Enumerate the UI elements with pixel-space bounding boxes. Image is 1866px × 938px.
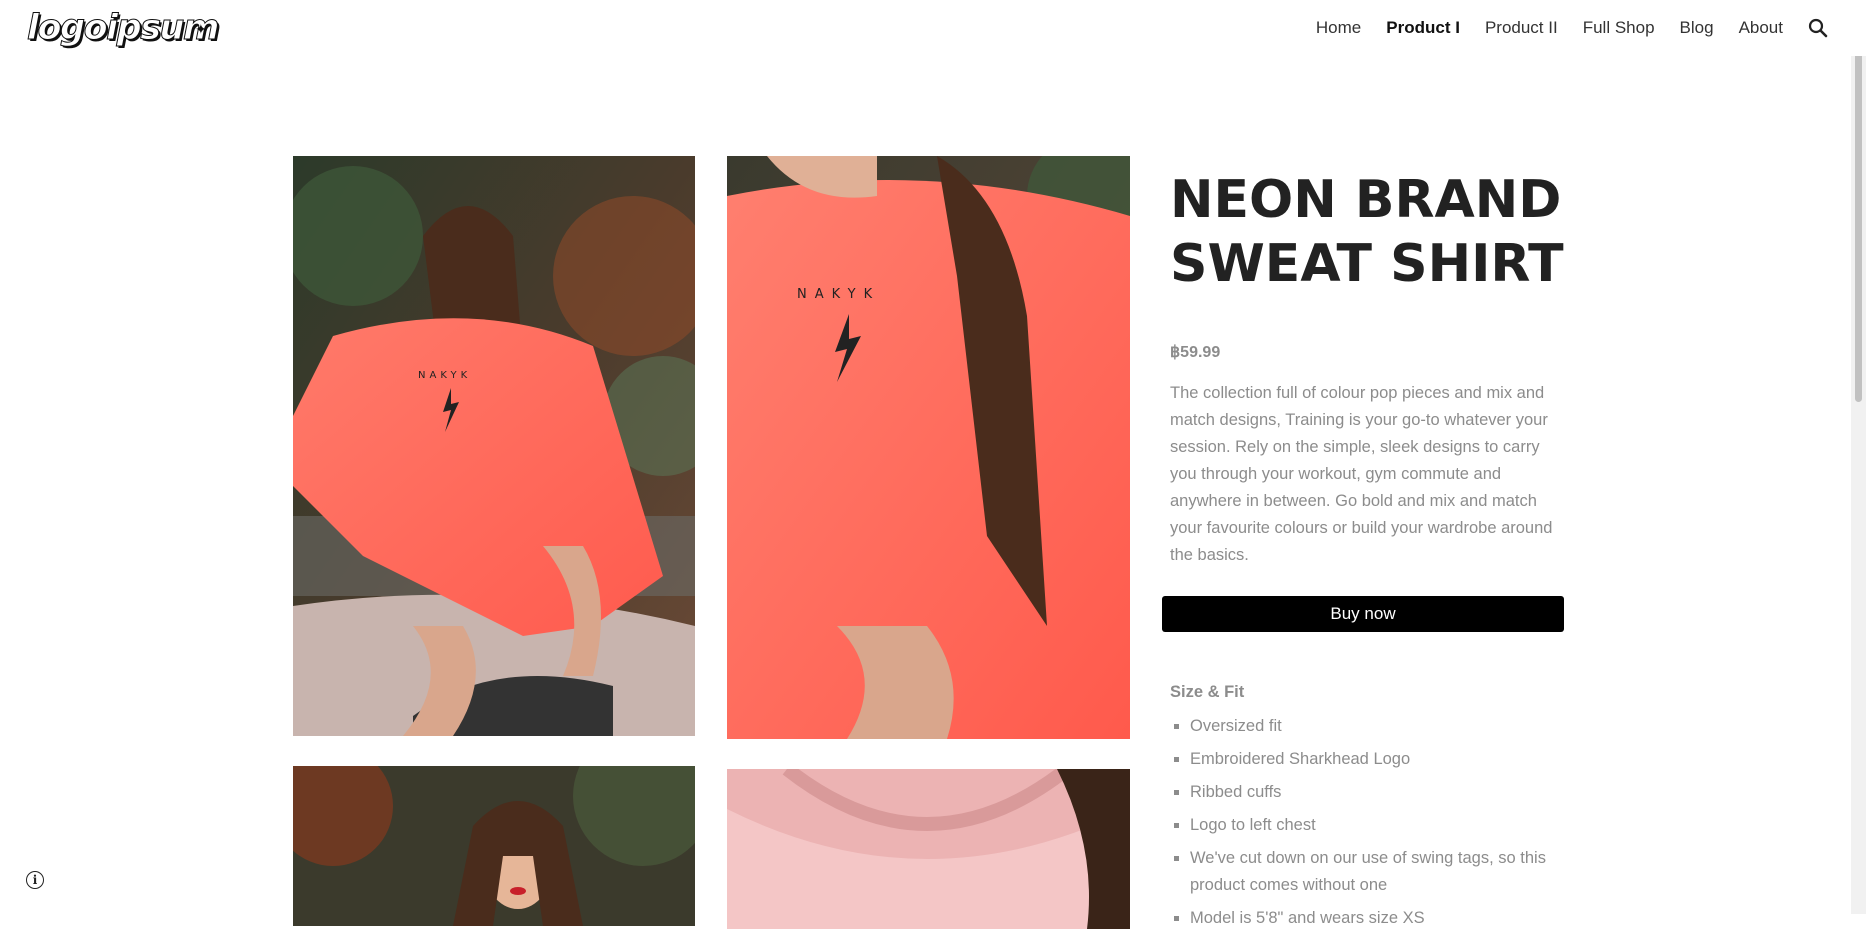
list-item: Embroidered Sharkhead Logo xyxy=(1170,746,1550,773)
bullet xyxy=(1174,790,1179,795)
features-list: Oversized fit Embroidered Sharkhead Logo… xyxy=(1170,713,1570,938)
bullet xyxy=(1174,856,1179,861)
svg-text:NAKYK: NAKYK xyxy=(797,287,880,302)
info-icon[interactable]: i xyxy=(26,871,44,889)
bullet xyxy=(1174,823,1179,828)
list-item: Oversized fit xyxy=(1170,713,1550,740)
buy-now-button[interactable]: Buy now xyxy=(1162,596,1564,632)
product-title: NEON BRAND SWEAT SHIRT xyxy=(1170,170,1564,294)
product-image-3[interactable] xyxy=(293,766,695,926)
site-logo[interactable]: logoipsum ✦ xyxy=(27,7,220,49)
sparkle-icon: ✦ xyxy=(195,22,207,38)
bullet xyxy=(1174,724,1179,729)
search-icon[interactable] xyxy=(1808,18,1828,38)
list-item: Model is 5'8" and wears size XS xyxy=(1170,905,1550,932)
product-image-1[interactable]: NAKYK xyxy=(293,156,695,736)
nav-blog[interactable]: Blog xyxy=(1680,18,1714,38)
size-fit-heading: Size & Fit xyxy=(1170,683,1245,701)
product-description: The collection full of colour pop pieces… xyxy=(1170,384,1553,564)
nav-product-1[interactable]: Product I xyxy=(1386,18,1460,38)
main-nav: Home Product I Product II Full Shop Blog… xyxy=(1316,0,1866,56)
scrollbar[interactable] xyxy=(1851,0,1866,914)
list-item: Ribbed cuffs xyxy=(1170,779,1550,806)
nav-home[interactable]: Home xyxy=(1316,18,1361,38)
list-item: Logo to left chest xyxy=(1170,812,1550,839)
nav-about[interactable]: About xyxy=(1739,18,1783,38)
site-header: logoipsum ✦ Home Product I Product II Fu… xyxy=(0,0,1866,56)
bullet xyxy=(1174,757,1179,762)
product-image-2[interactable]: NAKYK xyxy=(727,156,1130,739)
product-image-4[interactable] xyxy=(727,769,1130,929)
scrollbar-thumb[interactable] xyxy=(1855,2,1862,402)
product-price: ฿59.99 xyxy=(1170,344,1221,361)
nav-product-2[interactable]: Product II xyxy=(1485,18,1558,38)
nav-full-shop[interactable]: Full Shop xyxy=(1583,18,1655,38)
shirt-print-text: NAKYK xyxy=(418,370,471,381)
list-item: We've cut down on our use of swing tags,… xyxy=(1170,845,1550,899)
bullet xyxy=(1174,916,1179,921)
